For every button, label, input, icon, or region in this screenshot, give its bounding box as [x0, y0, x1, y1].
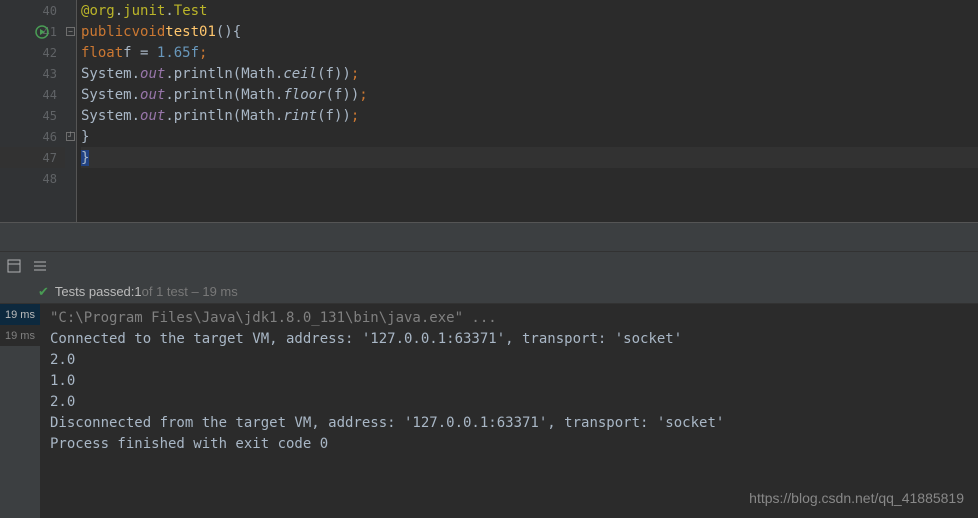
code-line: System.out.println(Math.rint(f)); [81, 105, 978, 126]
fold-column: − ┘ [65, 0, 77, 222]
watermark-text: https://blog.csdn.net/qq_41885819 [749, 490, 964, 506]
console-line: 2.0 [50, 350, 968, 371]
code-line: @org.junit.Test [81, 0, 978, 21]
console-line: 2.0 [50, 392, 968, 413]
test-status-bar: ✔ Tests passed: 1 of 1 test – 19 ms [0, 280, 978, 304]
line-number: 44 [43, 88, 57, 102]
output-toolbar [0, 252, 978, 280]
line-number: 42 [43, 46, 57, 60]
console-text[interactable]: "C:\Program Files\Java\jdk1.8.0_131\bin\… [40, 304, 978, 518]
fold-toggle-icon[interactable]: − [66, 27, 75, 36]
code-line: float f = 1.65f; [81, 42, 978, 63]
code-line: System.out.println(Math.floor(f)); [81, 84, 978, 105]
code-line: public void test01(){ [81, 21, 978, 42]
time-badge[interactable]: 19 ms [0, 304, 40, 325]
console-output: 19 ms 19 ms "C:\Program Files\Java\jdk1.… [0, 304, 978, 518]
line-number: 47 [43, 151, 57, 165]
console-line: "C:\Program Files\Java\jdk1.8.0_131\bin\… [50, 308, 968, 329]
code-content[interactable]: @org.junit.Test public void test01(){ fl… [77, 0, 978, 222]
line-gutter: 40 41 42 43 44 45 46 47 48 [0, 0, 65, 222]
checkmark-icon: ✔ [38, 284, 49, 300]
tests-passed-label: Tests passed: [55, 284, 135, 299]
code-line [81, 168, 978, 189]
console-line: Disconnected from the target VM, address… [50, 413, 968, 434]
code-line: } [81, 126, 978, 147]
line-number: 43 [43, 67, 57, 81]
run-test-icon[interactable] [35, 25, 49, 39]
code-line: } [81, 147, 978, 168]
line-number: 40 [43, 4, 57, 18]
panel-divider[interactable] [0, 222, 978, 252]
tests-summary: of 1 test – 19 ms [142, 284, 238, 299]
console-line: Connected to the target VM, address: '12… [50, 329, 968, 350]
tests-passed-count: 1 [134, 284, 141, 299]
code-editor[interactable]: 40 41 42 43 44 45 46 47 48 − ┘ @org.juni… [0, 0, 978, 222]
console-line: 1.0 [50, 371, 968, 392]
output-sidebar: 19 ms 19 ms [0, 304, 40, 518]
expand-icon[interactable] [32, 258, 48, 274]
layout-icon[interactable] [6, 258, 22, 274]
line-number: 45 [43, 109, 57, 123]
fold-end-icon: ┘ [66, 132, 75, 141]
time-badge[interactable]: 19 ms [0, 325, 40, 346]
code-line: System.out.println(Math.ceil(f)); [81, 63, 978, 84]
line-number: 48 [43, 172, 57, 186]
console-line: Process finished with exit code 0 [50, 434, 968, 455]
line-number: 46 [43, 130, 57, 144]
